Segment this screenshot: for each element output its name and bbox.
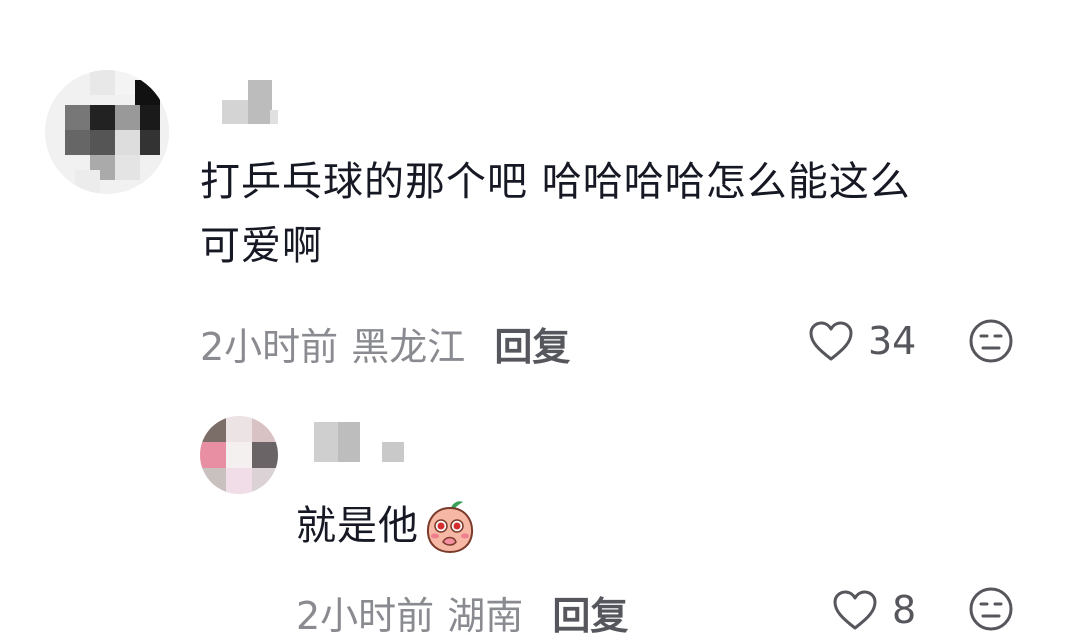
like-count: 34 — [868, 319, 917, 363]
comment-meta: 2小时前 湖南 回复 — [296, 585, 628, 638]
comment-text-line: 就是他 — [296, 503, 419, 549]
comment-meta: 2小时前 黑龙江 回复 — [200, 316, 570, 369]
comment-text-line: 可爱啊 — [200, 223, 323, 269]
peach-shy-emoji — [426, 501, 474, 554]
timestamp: 2小时前 — [296, 594, 435, 638]
like-button[interactable]: 8 — [832, 585, 916, 635]
neutral-face-icon[interactable] — [968, 318, 1014, 364]
username[interactable] — [314, 418, 414, 466]
location: 黑龙江 — [351, 325, 466, 369]
comment-text-line: 打乒乓球的那个吧 哈哈哈哈怎么能这么 — [200, 159, 911, 205]
avatar[interactable] — [45, 70, 169, 194]
timestamp: 2小时前 — [200, 325, 339, 369]
neutral-face-icon[interactable] — [968, 586, 1014, 632]
like-button[interactable]: 34 — [808, 316, 916, 366]
avatar[interactable] — [200, 416, 278, 494]
reply-button[interactable]: 回复 — [494, 325, 570, 369]
comment-text: 就是他 — [296, 494, 477, 558]
location: 湖南 — [447, 594, 524, 638]
like-count: 8 — [892, 588, 917, 632]
username[interactable] — [222, 80, 292, 128]
reply-button[interactable]: 回复 — [552, 594, 628, 638]
comment-text: 打乒乓球的那个吧 哈哈哈哈怎么能这么 可爱啊 — [200, 150, 1060, 278]
heart-outline-icon — [809, 321, 853, 361]
